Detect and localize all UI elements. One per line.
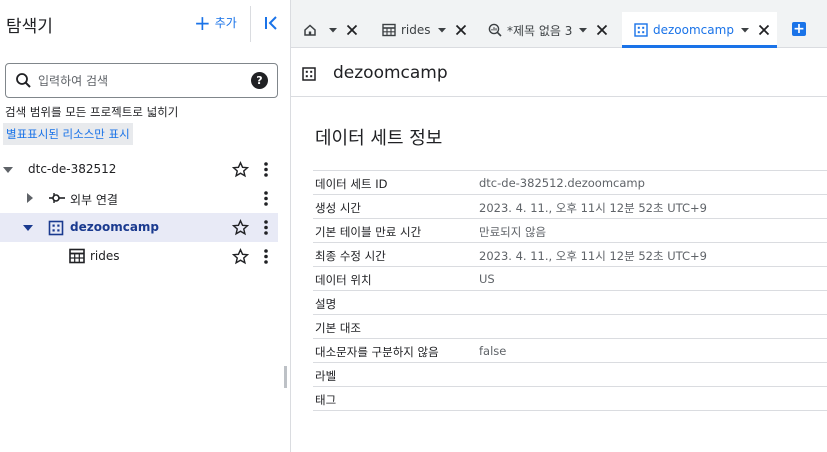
info-key: 기본 대조: [315, 321, 361, 335]
caret-down-icon[interactable]: [22, 222, 34, 234]
search-input[interactable]: [38, 70, 238, 92]
star-icon[interactable]: [232, 219, 249, 236]
info-value: 2023. 4. 11., 오후 11시 12분 52초 UTC+9: [479, 249, 707, 263]
tab-label: dezoomcamp: [653, 23, 734, 37]
info-key: 최종 수정 시간: [315, 249, 386, 263]
info-row-location: 데이터 위치 US: [313, 267, 827, 291]
explorer-title: 탐색기: [6, 17, 53, 37]
tab-rides[interactable]: rides: [382, 12, 467, 48]
close-icon[interactable]: [596, 24, 608, 36]
dropdown-arrow-icon[interactable]: [579, 26, 588, 34]
info-row-dataset-id: 데이터 세트 ID dtc-de-382512.dezoomcamp: [313, 171, 827, 195]
tab-home[interactable]: [303, 12, 358, 48]
info-row-tags: 태그: [313, 387, 827, 411]
dataset-info-title: 데이터 세트 정보: [315, 128, 443, 149]
info-key: 태그: [315, 393, 337, 407]
more-options-icon[interactable]: [258, 219, 274, 236]
search-icon: [16, 73, 31, 88]
more-options-icon[interactable]: [258, 161, 274, 178]
dropdown-arrow-icon[interactable]: [740, 26, 749, 34]
close-icon[interactable]: [758, 24, 770, 36]
help-icon[interactable]: ?: [251, 72, 268, 89]
dataset-icon: [634, 23, 648, 37]
tab-bar: rides *제목 없음 3 dezoomcamp +: [291, 0, 827, 48]
tree-item-label: dezoomcamp: [70, 220, 160, 234]
info-value: 2023. 4. 11., 오후 11시 12분 52초 UTC+9: [479, 201, 707, 215]
explorer-panel: 탐색기 + 추가 ? 검색 범위를 모든 프로젝트로 넓히기 별표표시된 리소스…: [0, 0, 291, 452]
info-value: 만료되지 않음: [479, 225, 547, 239]
header-divider: [250, 6, 251, 42]
connection-icon: [49, 193, 65, 203]
tree-item-label: rides: [90, 249, 120, 263]
home-icon: [304, 24, 316, 36]
dataset-title: dezoomcamp: [333, 63, 448, 83]
info-row-case-insensitive: 대소문자를 구분하지 않음 false: [313, 339, 827, 363]
tab-dezoomcamp[interactable]: dezoomcamp: [622, 12, 777, 48]
tree-item-dataset[interactable]: dezoomcamp: [0, 213, 278, 242]
add-button-label: 추가: [214, 16, 237, 30]
query-icon: [488, 23, 502, 37]
info-row-default-collation: 기본 대조: [313, 315, 827, 339]
tree-item-label: dtc-de-382512: [28, 162, 117, 176]
close-icon[interactable]: [455, 24, 467, 36]
star-icon[interactable]: [232, 248, 249, 265]
dataset-icon: [48, 220, 64, 236]
info-value: false: [479, 344, 507, 358]
explorer-header: 탐색기 + 추가: [0, 0, 291, 48]
table-icon: [69, 248, 85, 264]
more-options-icon[interactable]: [258, 248, 274, 265]
table-icon: [382, 23, 396, 37]
search-box: ?: [5, 63, 278, 98]
dataset-info-table: 데이터 세트 ID dtc-de-382512.dezoomcamp 생성 시간…: [313, 170, 827, 411]
dataset-header: dezoomcamp: [291, 49, 827, 97]
dropdown-arrow-icon[interactable]: [329, 26, 337, 34]
tab-label: *제목 없음 3: [507, 23, 573, 38]
info-key: 데이터 위치: [315, 273, 372, 287]
panel-resize-handle[interactable]: [284, 366, 287, 388]
close-icon[interactable]: [346, 24, 358, 36]
dropdown-arrow-icon[interactable]: [437, 26, 446, 34]
info-row-last-modified: 최종 수정 시간 2023. 4. 11., 오후 11시 12분 52초 UT…: [313, 243, 827, 267]
caret-right-icon[interactable]: [24, 192, 36, 204]
tree-item-project[interactable]: dtc-de-382512: [0, 155, 278, 184]
info-row-description: 설명: [313, 291, 827, 315]
add-button[interactable]: + 추가: [194, 10, 237, 35]
search-scope-text[interactable]: 검색 범위를 모든 프로젝트로 넓히기: [5, 104, 178, 120]
info-key: 설명: [315, 297, 337, 311]
collapse-panel-icon[interactable]: [263, 14, 281, 32]
info-key: 라벨: [315, 369, 337, 383]
info-key: 생성 시간: [315, 201, 361, 215]
plus-icon: +: [194, 10, 211, 35]
info-value: US: [479, 272, 495, 286]
tree-item-table[interactable]: rides: [0, 242, 278, 271]
info-key: 기본 테이블 만료 시간: [315, 225, 422, 239]
tab-label: rides: [401, 23, 431, 37]
info-key: 데이터 세트 ID: [315, 177, 388, 191]
starred-only-link[interactable]: 별표표시된 리소스만 표시: [3, 123, 133, 145]
info-row-labels: 라벨: [313, 363, 827, 387]
star-icon[interactable]: [232, 161, 249, 178]
tab-untitled-query[interactable]: *제목 없음 3: [488, 12, 608, 48]
info-key: 대소문자를 구분하지 않음: [315, 345, 439, 359]
tree-item-external-connections[interactable]: 외부 연결: [0, 184, 278, 213]
caret-down-icon[interactable]: [2, 164, 14, 176]
info-row-table-expiration: 기본 테이블 만료 시간 만료되지 않음: [313, 219, 827, 243]
new-tab-icon[interactable]: +: [792, 22, 806, 36]
tree-item-label: 외부 연결: [70, 193, 118, 207]
info-value: dtc-de-382512.dezoomcamp: [479, 176, 645, 190]
info-row-created: 생성 시간 2023. 4. 11., 오후 11시 12분 52초 UTC+9: [313, 195, 827, 219]
more-options-icon[interactable]: [258, 190, 274, 207]
dataset-icon: [302, 67, 316, 81]
